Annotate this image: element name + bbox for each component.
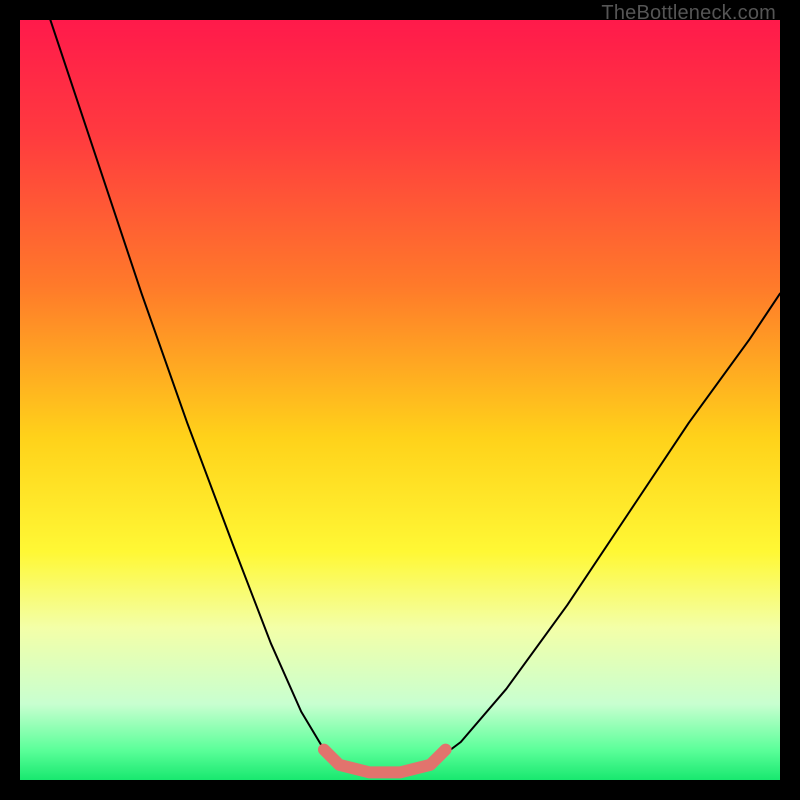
curve-layer (20, 20, 780, 780)
plot-area (20, 20, 780, 780)
left-branch-line (50, 20, 339, 765)
watermark-text: TheBottleneck.com (601, 2, 776, 25)
chart-frame: TheBottleneck.com (0, 0, 800, 800)
right-branch-line (430, 294, 780, 765)
highlight-segment-line (324, 750, 446, 773)
